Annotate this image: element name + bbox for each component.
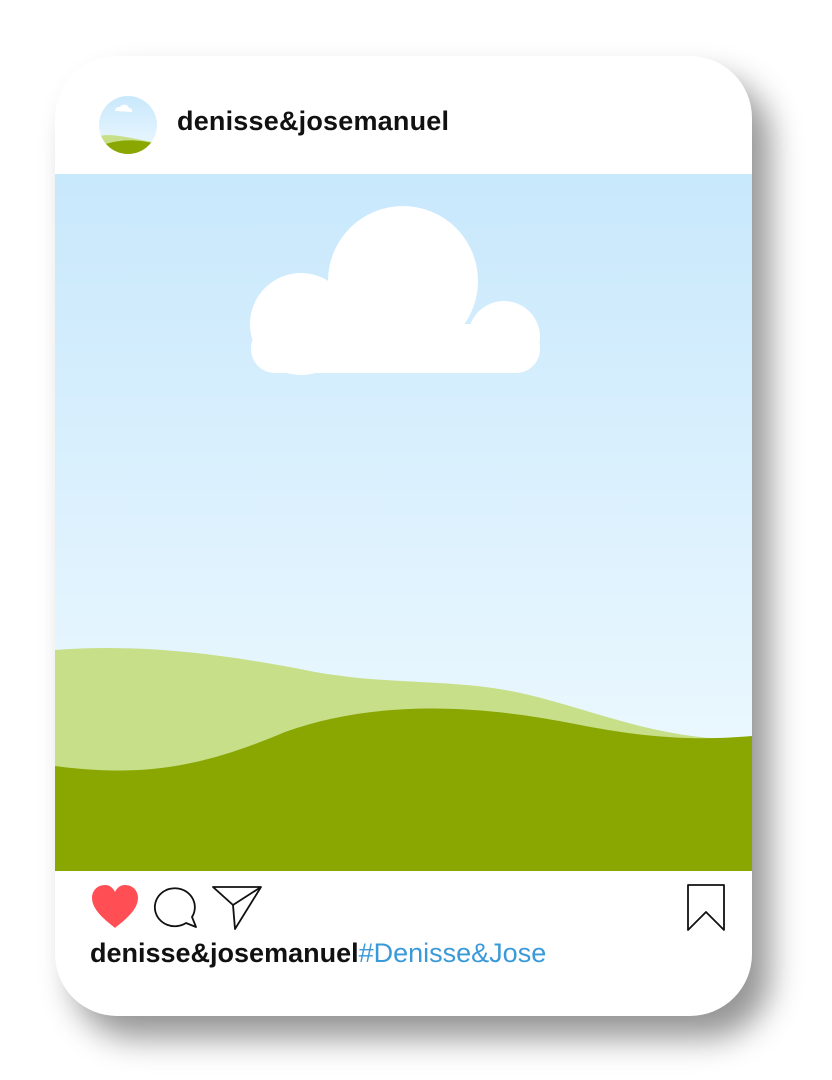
bookmark-icon[interactable] xyxy=(685,883,727,933)
username[interactable]: denisse&josemanuel xyxy=(177,106,449,137)
caption-hashtag[interactable]: #Denisse&Jose xyxy=(359,938,547,968)
caption: denisse&josemanuel#Denisse&Jose xyxy=(90,938,546,969)
action-bar xyxy=(55,880,752,934)
paper-plane-icon[interactable] xyxy=(211,883,263,931)
caption-username[interactable]: denisse&josemanuel xyxy=(90,938,359,968)
post-card: denisse&josemanuel denisse&josemanuel#De… xyxy=(55,56,752,1016)
avatar[interactable] xyxy=(99,96,157,154)
comment-bubble-icon[interactable] xyxy=(152,884,200,930)
post-header: denisse&josemanuel xyxy=(55,56,752,174)
post-image xyxy=(55,174,752,871)
heart-icon[interactable] xyxy=(89,884,141,930)
